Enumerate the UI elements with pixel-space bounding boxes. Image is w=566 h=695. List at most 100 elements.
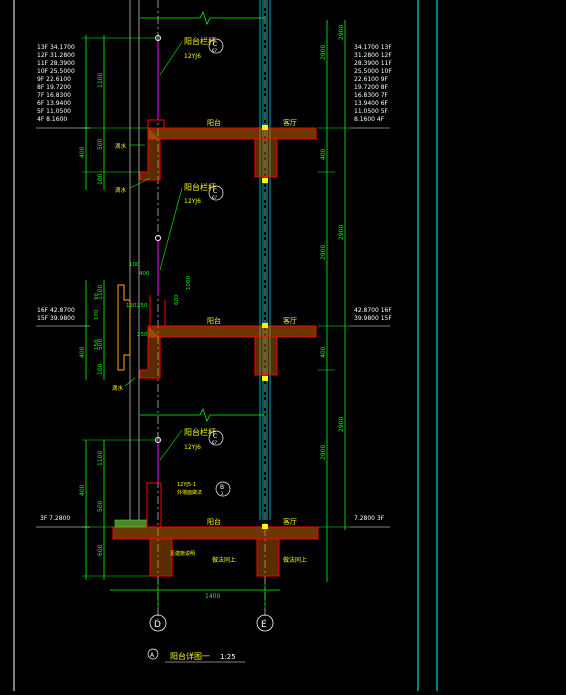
drain-label-1: 滴水 [115, 142, 127, 150]
ref-mid-letter: C [213, 188, 217, 195]
level-right-upper-9: 8.1600 4F [354, 116, 385, 123]
dim-mid-170: 170 [94, 309, 100, 320]
dim-left-500-c: 500 [97, 500, 104, 512]
living-label-2: 客厅 [283, 316, 297, 325]
bottom-detail-desc: 外墙面做法 [177, 489, 202, 496]
dim-top-120: 120 [126, 303, 137, 309]
ref-top-sub: 67 [212, 48, 218, 53]
dim-mid-600: 600 [174, 294, 180, 305]
ref-b-sub: 2 [221, 491, 224, 496]
dim-right-slab-2: 400 [320, 346, 327, 358]
ceiling-label-2: 做法同上 [212, 556, 236, 564]
ref-b-letter: B [220, 484, 224, 491]
railing-ref-1: 12YJ6 [184, 53, 201, 60]
level-left-upper-6: 7F 16.8300 [37, 92, 71, 99]
window-marker-2 [262, 178, 268, 183]
dim-right-mid: 2900 [338, 225, 345, 240]
level-right-mid-0: 42.8700 16F [354, 307, 392, 314]
railing-ref-2: 12YJ6 [184, 198, 201, 205]
dim-right-slab-1: 400 [320, 148, 327, 160]
dim-mid-90: 90 [94, 293, 100, 300]
living-label-1: 客厅 [283, 118, 297, 127]
drawing-title: 阳台详图一 [170, 651, 210, 661]
level-left-bottom: 3F 7.2800 [40, 515, 70, 522]
dim-left-400-b: 400 [79, 346, 86, 358]
level-right-upper-0: 34.1700 13F [354, 44, 392, 51]
dim-top-400: 400 [139, 271, 150, 277]
dim-right-top: 2900 [338, 25, 345, 40]
level-right-upper-7: 13.9400 6F [354, 100, 389, 107]
slab-floor-2 [117, 284, 317, 379]
level-right-bottom: 7.2800 3F [354, 515, 385, 522]
dim-left-400-c: 400 [79, 484, 86, 496]
dim-right-vert-2: 2900 [320, 245, 327, 260]
level-left-upper-5: 8F 19.7200 [37, 84, 71, 91]
window-marker-1 [262, 125, 268, 130]
living-label-3: 客厅 [283, 517, 297, 526]
level-left-upper-3: 10F 25.5000 [37, 68, 75, 75]
level-left-mid-0: 16F 42.8700 [37, 307, 75, 314]
window-marker-3 [262, 323, 268, 328]
left-level-list-mid: 16F 42.8700 15F 39.9800 [37, 307, 75, 322]
level-left-upper-9: 4F 8.1600 [37, 116, 67, 123]
dim-right-bot: 2900 [338, 417, 345, 432]
ref-mid-sub: 67 [212, 195, 218, 200]
ref-bot-letter: C [213, 433, 217, 440]
leader-railing-1 [159, 41, 183, 76]
level-right-upper-5: 19.7200 8F [354, 84, 389, 91]
left-dimension-texts: 1100 500 400 100 1100 500 400 100 1100 5… [79, 73, 104, 556]
right-level-list-upper: 34.1700 13F 31.2800 12F 28.3900 11F 25.5… [354, 44, 392, 123]
ref-top-letter: C [213, 41, 217, 48]
slab-floor-1 [139, 119, 317, 181]
level-left-upper-8: 5F 11.0500 [37, 108, 71, 115]
axis-label-e: E [261, 620, 267, 630]
leader-railing-3 [159, 429, 183, 461]
right-level-list-mid: 42.8700 16F 39.9800 15F [354, 307, 392, 322]
dim-left-1100-c: 1100 [97, 451, 104, 466]
drawing-canvas: 13F 34.1700 12F 31.2800 11F 28.3900 10F … [0, 0, 566, 691]
drain-label-3: 滴水 [112, 384, 124, 392]
left-level-list-upper: 13F 34.1700 12F 31.2800 11F 28.3900 10F … [37, 44, 75, 123]
dim-left-400-a: 400 [79, 146, 86, 158]
level-left-upper-4: 9F 22.6100 [37, 76, 71, 83]
railing-ref-3: 12YJ6 [184, 444, 201, 451]
level-left-upper-7: 6F 13.9400 [37, 100, 71, 107]
dim-right-vert-3: 2900 [320, 445, 327, 460]
break-mark-top [140, 10, 265, 26]
dim-right-vert-1: 2900 [320, 45, 327, 60]
level-left-upper-2: 11F 28.3900 [37, 60, 75, 67]
balcony-detail-drawing: 13F 34.1700 12F 31.2800 11F 28.3900 10F … [13, 0, 438, 691]
level-left-mid-1: 15F 39.9800 [37, 315, 75, 322]
dim-top-100: 100 [129, 262, 140, 268]
window-marker-4 [262, 376, 268, 381]
title-detail-number: A [150, 652, 155, 659]
bottom-detail-ref: 12YJ5-1 [177, 482, 196, 488]
break-mark-mid [140, 407, 265, 423]
ref-bot-sub: 67 [212, 440, 218, 445]
level-right-upper-1: 31.2800 12F [354, 52, 392, 59]
dim-left-600: 600 [97, 544, 104, 556]
drawing-scale: 1:25 [220, 653, 236, 661]
level-left-upper-1: 12F 31.2800 [37, 52, 75, 59]
level-right-upper-8: 11.0500 5F [354, 108, 389, 115]
dim-mid-250: 250 [137, 332, 148, 338]
dim-left-1100-a: 1100 [97, 73, 104, 88]
right-dimension-texts: 2900 2900 400 2900 2900 400 2900 2900 [320, 25, 345, 460]
balcony-label-1: 阳台 [207, 118, 221, 127]
level-right-upper-6: 16.8300 7F [354, 92, 389, 99]
level-right-upper-4: 22.6100 9F [354, 76, 389, 83]
dim-left-100-a: 100 [97, 173, 104, 185]
window-marker-5 [262, 524, 268, 529]
ceiling-label-3: 做法同上 [283, 556, 307, 564]
dim-bottom-width: 1400 [205, 593, 220, 600]
dim-top-250: 250 [137, 303, 148, 309]
balcony-label-3: 阳台 [207, 517, 221, 526]
level-right-upper-2: 28.3900 11F [354, 60, 392, 67]
balcony-label-2: 阳台 [207, 316, 221, 325]
railing-label-3: 阳台栏杆 [184, 427, 216, 437]
dim-left-500-a: 500 [97, 138, 104, 150]
railing-label-1: 阳台栏杆 [184, 36, 216, 46]
dim-mid-150: 150 [94, 339, 100, 350]
dim-mid-1000: 1000 [186, 276, 192, 290]
level-right-mid-1: 39.9800 15F [354, 315, 392, 322]
